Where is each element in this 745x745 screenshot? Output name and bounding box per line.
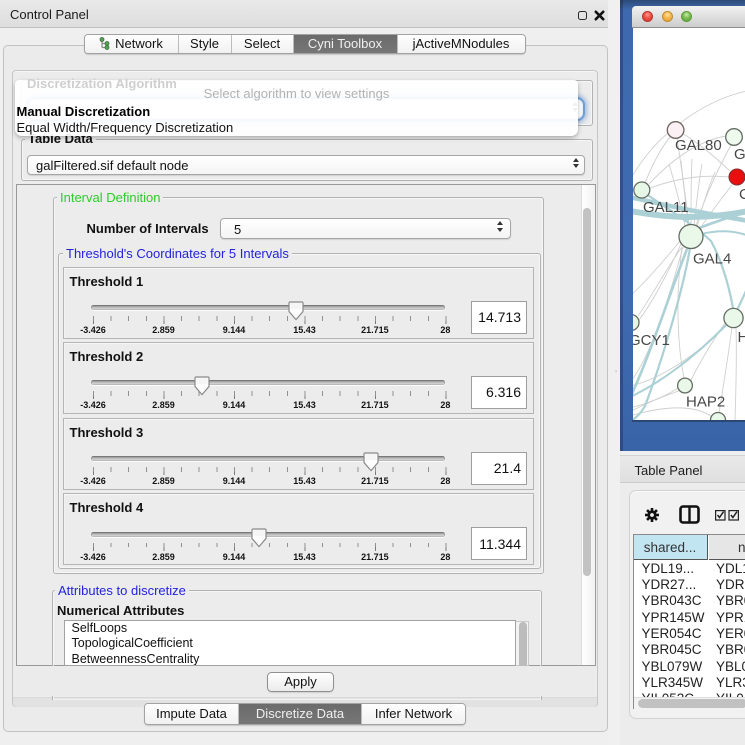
svg-text:GAL4: GAL4 [693,250,731,267]
svg-text:GA: GA [734,146,745,163]
svg-text:C: C [739,186,745,203]
svg-text:GAL11: GAL11 [643,199,689,216]
svg-text:HAP2: HAP2 [686,393,725,410]
svg-text:H: H [737,329,745,346]
svg-text:GCY1: GCY1 [633,332,670,349]
svg-text:GAL80: GAL80 [675,137,722,154]
